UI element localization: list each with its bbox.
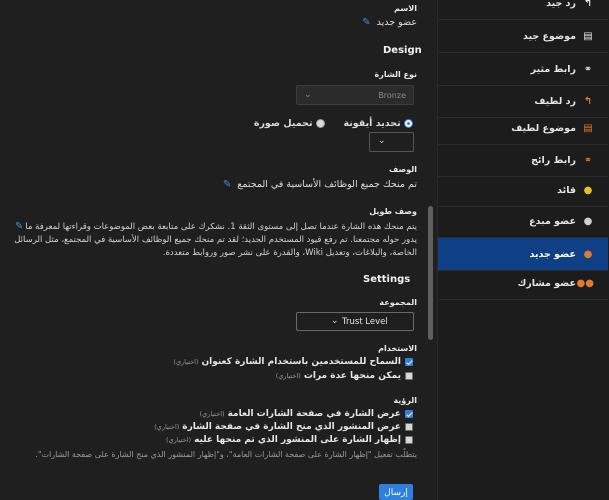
- badge-type-label: نوع الشارة: [374, 70, 418, 79]
- icon-picker[interactable]: ⌄: [369, 132, 414, 152]
- sidebar-item[interactable]: ●● عضو مشارك: [438, 267, 608, 300]
- usage-option-label: يمكن منحها عدة مرات: [303, 371, 401, 381]
- link-icon: ⚭: [583, 63, 593, 75]
- badge-sidebar: ↰ رد جيد ▤ موضوع جيد ⚭ رابط مثير ↰ رد لطيف ▤ موضو…: [437, 0, 609, 500]
- user-icon: ●: [583, 215, 593, 227]
- settings-heading: Settings: [363, 274, 411, 285]
- badge-type-value: Bronze: [378, 91, 406, 100]
- visibility-option[interactable]: إظهار الشارة على المنشور الذي تم منحها ع…: [166, 435, 413, 445]
- sidebar-item-label: رد لطيف: [534, 95, 576, 107]
- sidebar-item[interactable]: ● عضو مبدع: [438, 205, 608, 238]
- long-description-label: وصف طويل: [369, 207, 417, 216]
- name-label: الاسم: [394, 4, 417, 13]
- visibility-option-label: إظهار الشارة على المنشور الذي تم منحها ع…: [194, 435, 401, 445]
- description-row: تم منحك جميع الوظائف الأساسية في المجتمع…: [223, 179, 417, 190]
- sidebar-item-label: موضوع لطيف: [511, 122, 576, 134]
- visibility-checkbox-1[interactable]: [405, 422, 413, 431]
- file-icon: ▤: [583, 122, 593, 134]
- sidebar-item[interactable]: ⚭ رابط مثير: [438, 53, 608, 86]
- usage-option[interactable]: يمكن منحها عدة مرات(اختياري): [276, 371, 413, 381]
- visibility-option[interactable]: عرض الشارة في صفحة الشارات العامة(اختيار…: [200, 409, 413, 419]
- file-icon: ▤: [583, 30, 593, 42]
- long-description-value: يتم منحك هذه الشارة عندما تصل إلى مستوى …: [14, 222, 417, 258]
- sidebar-item-label: عضو جديد: [529, 248, 576, 260]
- scrollbar-thumb[interactable]: [428, 206, 433, 340]
- optional-tag: (اختياري): [275, 372, 301, 380]
- sidebar-item-label: رابط مثير: [530, 63, 576, 75]
- usage-option-label: السماح للمستخدمين باستخدام الشارة كعنوان: [201, 357, 401, 367]
- sidebar-item[interactable]: ⚭ رابط رائج: [438, 144, 608, 177]
- group-label: المجموعة: [379, 298, 417, 307]
- usage-checkbox-0[interactable]: [405, 357, 413, 366]
- visibility-option[interactable]: عرض المنشور الذي منح الشارة في صفحة الشا…: [154, 422, 413, 432]
- optional-tag: (اختياري): [199, 410, 225, 418]
- submit-button[interactable]: إرسال: [379, 484, 413, 500]
- icon-image-choice: تحديد أيقونة تحميل صورة: [254, 118, 413, 129]
- description-label: الوصف: [388, 165, 417, 174]
- visibility-note: يتطلّب تفعيل "إظهار الشارة على صفحة الشا…: [35, 450, 417, 459]
- usage-label: الاستخدام: [378, 344, 417, 353]
- design-heading: Design: [383, 45, 422, 56]
- user-icon: ●: [583, 184, 593, 196]
- pencil-icon[interactable]: ✎: [362, 17, 370, 28]
- name-value: عضو جديد: [376, 17, 417, 28]
- group-value: Trust Level: [342, 317, 388, 327]
- optional-tag: (اختياري): [173, 358, 199, 366]
- usage-checkbox-1[interactable]: [405, 371, 413, 380]
- sidebar-item[interactable]: ● قائد: [438, 174, 608, 207]
- name-value-row: عضو جديد ✎: [362, 17, 417, 28]
- sidebar-item-label: موضوع جيد: [523, 30, 576, 42]
- group-select[interactable]: ⌄ Trust Level: [296, 312, 414, 331]
- users-icon: ●●: [576, 277, 594, 289]
- visibility-option-label: عرض المنشور الذي منح الشارة في صفحة الشا…: [182, 422, 401, 432]
- reply-icon: ↰: [583, 95, 593, 107]
- sidebar-item-label: رد جيد: [546, 0, 576, 9]
- icon-choice-label: تحديد أيقونة: [343, 118, 401, 129]
- chevron-down-icon: ⌄: [378, 136, 386, 146]
- pencil-icon[interactable]: ✎: [223, 179, 231, 190]
- sidebar-item-label: رابط رائج: [531, 154, 576, 166]
- sidebar-item-label: قائد: [557, 184, 576, 196]
- usage-option[interactable]: السماح للمستخدمين باستخدام الشارة كعنوان…: [173, 357, 413, 367]
- sidebar-item-label: عضو مبدع: [529, 215, 576, 227]
- link-icon: ⚭: [583, 154, 593, 166]
- visibility-option-label: عرض الشارة في صفحة الشارات العامة: [227, 409, 401, 419]
- sidebar-item-label: عضو مشارك: [517, 277, 576, 289]
- visibility-checkbox-2[interactable]: [405, 435, 413, 444]
- sidebar-item[interactable]: ▤ موضوع لطيف: [438, 112, 608, 145]
- pencil-icon[interactable]: ✎: [15, 221, 23, 232]
- image-choice-label: تحميل صورة: [253, 118, 313, 129]
- visibility-checkbox-0[interactable]: [405, 409, 413, 418]
- sidebar-item[interactable]: ▤ موضوع جيد: [438, 20, 608, 53]
- visibility-label: الرؤية: [393, 396, 417, 405]
- image-radio[interactable]: [315, 119, 325, 128]
- icon-radio[interactable]: [404, 119, 413, 128]
- chevron-down-icon: ⌄: [331, 316, 339, 326]
- reply-icon: ↰: [583, 0, 593, 9]
- chevron-down-icon: ⌄: [304, 90, 312, 100]
- sidebar-item[interactable]: ↰ رد جيد: [438, 0, 608, 20]
- badge-type-select[interactable]: ⌄ Bronze: [296, 85, 414, 105]
- optional-tag: (اختياري): [166, 436, 192, 444]
- description-value: تم منحك جميع الوظائف الأساسية في المجتمع: [237, 179, 417, 190]
- user-icon: ●: [583, 248, 593, 260]
- optional-tag: (اختياري): [154, 423, 180, 431]
- badge-form: الاسم عضو جديد ✎ Design نوع الشارة ⌄ Bron…: [0, 0, 430, 500]
